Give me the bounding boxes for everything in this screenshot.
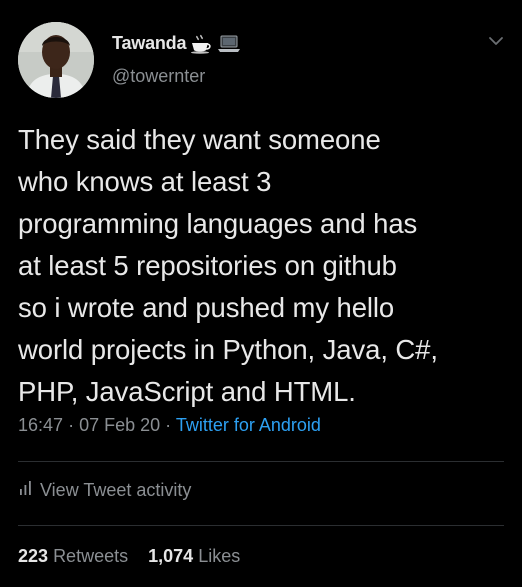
avatar[interactable]	[18, 22, 94, 98]
tweet-card: Tawanda @towernter They said they want s…	[0, 0, 522, 587]
divider	[18, 461, 504, 462]
tweet-date[interactable]: 07 Feb 20	[79, 415, 160, 435]
display-name-text: Tawanda	[112, 33, 187, 53]
meta-separator: ·	[68, 415, 75, 435]
avatar-photo	[18, 22, 94, 98]
tweet-meta: 16:47 · 07 Feb 20 · Twitter for Android	[18, 415, 321, 436]
tweet-time[interactable]: 16:47	[18, 415, 63, 435]
view-activity-button[interactable]: View Tweet activity	[18, 480, 191, 501]
retweets-label: Retweets	[53, 546, 129, 566]
likes-label: Likes	[198, 546, 241, 566]
laptop-icon	[216, 34, 242, 54]
retweets-count: 223	[18, 546, 49, 566]
meta-separator-2: ·	[165, 415, 172, 435]
retweets-stat[interactable]: 223 Retweets	[18, 546, 133, 566]
tweet-source-link[interactable]: Twitter for Android	[176, 415, 321, 435]
display-name[interactable]: Tawanda	[112, 33, 242, 54]
likes-stat[interactable]: 1,074 Likes	[148, 546, 240, 566]
tweet-text: They said they want someone who knows at…	[18, 124, 438, 407]
view-activity-label: View Tweet activity	[40, 480, 192, 500]
likes-count: 1,074	[148, 546, 194, 566]
coffee-cup-icon	[189, 34, 213, 54]
divider	[18, 525, 504, 526]
user-handle[interactable]: @towernter	[112, 66, 205, 87]
bar-chart-icon	[18, 480, 34, 501]
chevron-down-icon[interactable]	[486, 31, 506, 51]
tweet-stats: 223 Retweets 1,074 Likes	[18, 546, 240, 567]
